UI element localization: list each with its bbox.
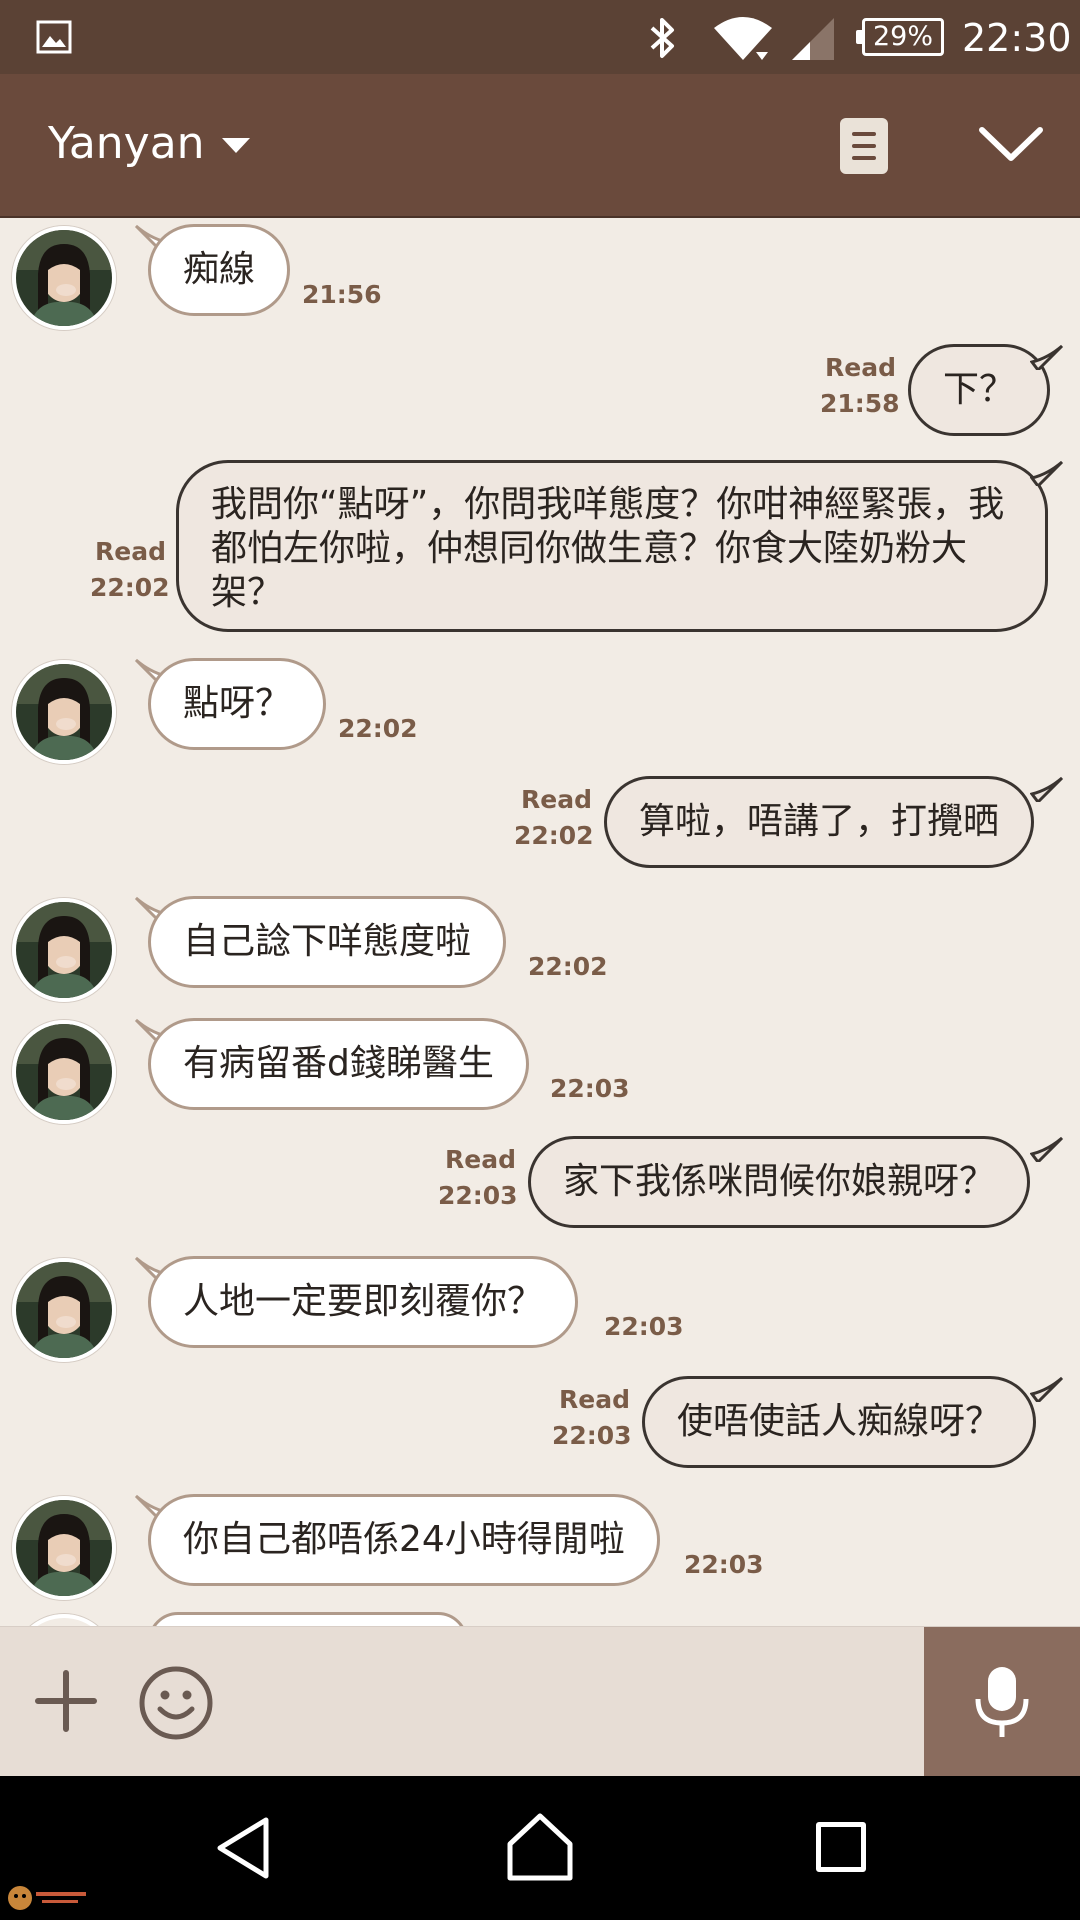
message-time: 21:58 <box>820 389 900 418</box>
read-label: Read <box>559 1385 630 1414</box>
bubble-tail <box>1030 1376 1064 1402</box>
message-list[interactable]: 痴線 21:56 Read 21:58 下？ Read 22:02 我問你“點呀… <box>0 218 1080 1626</box>
avatar[interactable] <box>12 898 116 1002</box>
message-bubble[interactable]: 自己諗下咩態度啦 <box>148 896 507 988</box>
wifi-icon <box>714 17 772 60</box>
read-receipt: Read 21:58 <box>820 350 900 422</box>
input-bar <box>0 1626 1080 1777</box>
voice-button[interactable] <box>924 1627 1080 1777</box>
home-icon[interactable] <box>506 1812 574 1882</box>
message-time: 22:03 <box>684 1550 764 1579</box>
emoji-icon[interactable] <box>138 1665 214 1741</box>
message-time: 22:03 <box>550 1074 630 1103</box>
message-bubble[interactable]: 算啦，唔講了，打攪晒 <box>604 776 1035 868</box>
recent-apps-icon[interactable] <box>816 1822 866 1872</box>
read-label: Read <box>445 1145 516 1174</box>
plus-icon[interactable] <box>34 1669 98 1733</box>
signal-icon <box>792 18 834 60</box>
bubble-tail <box>1030 1136 1064 1162</box>
avatar[interactable] <box>12 1614 116 1626</box>
chevron-down-icon[interactable] <box>978 124 1044 164</box>
message-bubble[interactable]: 你自己都唔係24小時得閒啦 <box>148 1494 660 1586</box>
avatar[interactable] <box>12 1020 116 1124</box>
bubble-tail <box>1030 776 1064 802</box>
message-time: 22:02 <box>514 821 594 850</box>
read-label: Read <box>521 785 592 814</box>
avatar[interactable] <box>12 1496 116 1600</box>
read-label: Read <box>95 537 166 566</box>
bubble-tail <box>1030 344 1064 370</box>
message-bubble[interactable]: 我問你“點呀”，你問我咩態度？你咁神經緊張，我都怕左你啦，仲想同你做生意？你食大… <box>176 460 1048 632</box>
microphone-icon <box>975 1667 1029 1737</box>
message-bubble-partial[interactable] <box>148 1612 468 1626</box>
avatar[interactable] <box>12 660 116 764</box>
message-bubble[interactable]: 人地一定要即刻覆你？ <box>148 1256 579 1348</box>
status-bar: 29% 22:30 <box>0 0 1080 74</box>
gallery-icon <box>36 20 72 54</box>
avatar[interactable] <box>12 1258 116 1362</box>
message-bubble[interactable]: 家下我係咪問候你娘親呀？ <box>528 1136 1031 1228</box>
message-time: 22:03 <box>438 1181 518 1210</box>
message-bubble[interactable]: 痴線 <box>148 224 291 316</box>
avatar[interactable] <box>12 226 116 330</box>
message-bubble[interactable]: 點呀？ <box>148 658 327 750</box>
message-bubble[interactable]: 有病留番d錢睇醫生 <box>148 1018 529 1110</box>
dropdown-caret-icon[interactable] <box>222 138 250 153</box>
battery-indicator: 29% <box>856 18 944 56</box>
chat-header: Yanyan <box>0 74 1080 218</box>
message-time: 22:02 <box>90 573 170 602</box>
message-bubble[interactable]: 下？ <box>908 344 1051 436</box>
read-label: Read <box>825 353 896 382</box>
watermark-logo <box>8 1886 86 1910</box>
bluetooth-icon <box>650 18 674 58</box>
back-icon[interactable] <box>214 1816 272 1880</box>
status-clock: 22:30 <box>962 16 1072 60</box>
message-time: 21:56 <box>302 280 382 309</box>
contact-name[interactable]: Yanyan <box>48 118 205 169</box>
message-time: 22:03 <box>604 1312 684 1341</box>
read-receipt: Read 22:02 <box>90 534 170 606</box>
message-time: 22:02 <box>338 714 418 743</box>
message-bubble[interactable]: 使唔使話人痴線呀？ <box>642 1376 1037 1468</box>
message-time: 22:02 <box>528 952 608 981</box>
read-receipt: Read 22:03 <box>438 1142 518 1214</box>
bubble-tail <box>1030 460 1064 486</box>
navigation-bar <box>0 1776 1080 1920</box>
read-receipt: Read 22:03 <box>552 1382 632 1454</box>
notes-icon[interactable] <box>840 118 888 174</box>
message-time: 22:03 <box>552 1421 632 1450</box>
read-receipt: Read 22:02 <box>514 782 594 854</box>
